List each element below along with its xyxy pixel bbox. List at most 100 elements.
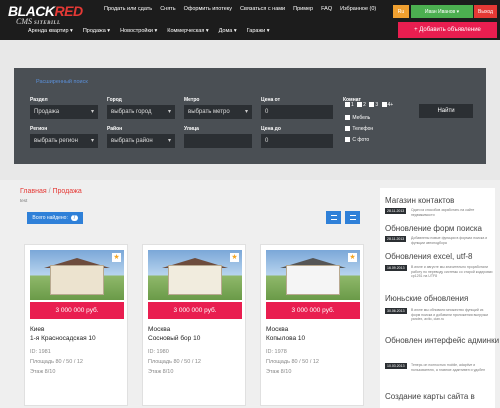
news-sidebar: Магазин контактов 28.11.2013 Один из спо… (380, 188, 499, 408)
top-link-rent[interactable]: Снять (160, 6, 183, 18)
news-date: 28.11.2013 (385, 236, 407, 242)
listing-floor: Этаж 8/10 (266, 369, 292, 375)
top-link-favorites[interactable]: Избранное (0) (340, 6, 384, 18)
nav-sale[interactable]: Продажа ▾ (83, 28, 110, 34)
section-select[interactable]: Продажа (30, 105, 98, 119)
listing-card[interactable]: ★ 3 000 000 руб. Москва Сосновый бор 10 I… (142, 244, 246, 406)
city-select[interactable]: выбрать город (107, 105, 175, 119)
nav-commercial[interactable]: Коммерческая ▾ (167, 28, 208, 34)
option-photo: С фото (343, 137, 369, 143)
label-street: Улица (184, 126, 199, 132)
label-city: Город (107, 97, 122, 103)
listing-street: Сосновый бор 10 (148, 335, 201, 342)
grid-view-button[interactable] (326, 211, 341, 224)
metro-select[interactable]: выбрать метро (184, 105, 252, 119)
listing-price: 3 000 000 руб. (148, 302, 242, 319)
news-text: Один из способов заработать на сайте нед… (411, 208, 475, 217)
top-bar: BLACKRED CMS SITEBILL Продать или сдать … (0, 0, 500, 40)
label-district: Район (107, 126, 123, 132)
list-icon (349, 215, 356, 220)
news-text: В июле и августе мы значительно проработ… (411, 265, 493, 278)
favorite-star-icon[interactable]: ★ (112, 253, 121, 262)
news-title[interactable]: Обновлен интерфейс админки (385, 336, 499, 345)
top-link-sell[interactable]: Продать или сдать (104, 6, 160, 18)
photo-label: С фото (352, 137, 370, 143)
price-from-input[interactable]: 0 (261, 105, 333, 119)
news-date: 10.03.2013 (385, 363, 407, 369)
top-link-mortgage[interactable]: Оформить ипотеку (184, 6, 240, 18)
rooms-3-label: 3 (375, 102, 379, 108)
price-to-input[interactable]: 0 (261, 134, 333, 148)
option-furniture: Мебель (343, 115, 370, 121)
rooms-1-checkbox[interactable] (345, 102, 350, 108)
district-select[interactable]: выбрать район (107, 134, 175, 148)
news-text: В июне мы обновили множество функций из … (411, 308, 489, 321)
listing-floor: Этаж 8/10 (148, 369, 174, 375)
news-text: Теперь он полностью mobile, adaptive и п… (411, 363, 486, 372)
phone-label: Телефон (352, 126, 374, 132)
add-listing-button[interactable]: + Добавить объявление (398, 22, 497, 38)
grid-icon (330, 215, 337, 220)
listing-title[interactable]: Москва Сосновый бор 10 (148, 325, 200, 343)
top-link-contact[interactable]: Связаться с нами (240, 6, 293, 18)
user-menu-button[interactable]: Иван Иванов ▾ (411, 5, 473, 18)
rooms-4-label: 4+ (387, 102, 394, 108)
logo-sub-a: CMS (16, 17, 32, 26)
advanced-search-link[interactable]: Расширенный поиск (36, 79, 88, 85)
logout-button[interactable]: Выход (474, 5, 497, 18)
nav-rent[interactable]: Аренда квартир ▾ (28, 28, 73, 34)
favorite-star-icon[interactable]: ★ (348, 253, 357, 262)
listing-title[interactable]: Киев 1-я Красносадская 10 (30, 325, 96, 343)
language-button[interactable]: Ru (393, 5, 409, 18)
news-title[interactable]: Создание карты сайта в (385, 392, 475, 401)
listing-street: Копылова 10 (266, 335, 306, 342)
listing-photo[interactable]: ★ (30, 250, 124, 300)
results-count-label: Всего найдено: (32, 215, 68, 221)
news-title[interactable]: Июньские обновления (385, 294, 468, 303)
listing-photo[interactable]: ★ (266, 250, 360, 300)
photo-checkbox[interactable] (345, 137, 350, 143)
option-phone: Телефон (343, 126, 373, 132)
top-link-faq[interactable]: FAQ (321, 6, 340, 18)
listing-price: 3 000 000 руб. (266, 302, 360, 319)
listing-photo[interactable]: ★ (148, 250, 242, 300)
listing-area: Площадь 80 / 50 / 12 (148, 359, 201, 365)
nav-garages[interactable]: Гаражи ▾ (247, 28, 270, 34)
rooms-options: 1 2 3 4+ (343, 102, 393, 108)
results-count-button[interactable]: Всего найдено: 7 (27, 212, 83, 224)
listing-city: Киев (30, 326, 45, 333)
favorite-star-icon[interactable]: ★ (230, 253, 239, 262)
listing-city: Москва (148, 326, 171, 333)
rooms-2-checkbox[interactable] (357, 102, 363, 108)
listing-floor: Этаж 8/10 (30, 369, 56, 375)
nav-new-buildings[interactable]: Новостройки ▾ (120, 28, 157, 34)
breadcrumb-home[interactable]: Главная (20, 188, 47, 195)
logo-sub-b: SITEBILL (34, 21, 61, 26)
news-title[interactable]: Обновления excel, utf-8 (385, 252, 472, 261)
find-button[interactable]: Найти (419, 104, 473, 118)
street-input[interactable] (184, 134, 252, 148)
rooms-1-label: 1 (351, 102, 354, 108)
news-date: 16.09.2013 (385, 265, 407, 271)
rooms-3-checkbox[interactable] (369, 102, 375, 108)
region-select[interactable]: выбрать регион (30, 134, 98, 148)
listing-id: ID: 1980 (148, 349, 169, 355)
listing-area: Площадь 80 / 50 / 12 (30, 359, 83, 365)
label-price-to: Цена до (261, 126, 281, 132)
phone-checkbox[interactable] (345, 126, 350, 132)
listing-title[interactable]: Москва Копылова 10 (266, 325, 305, 343)
rooms-4-checkbox[interactable] (381, 102, 387, 108)
label-section: Раздел (30, 97, 48, 103)
furniture-checkbox[interactable] (345, 115, 350, 121)
news-title[interactable]: Обновление форм поиска (385, 224, 482, 233)
listing-id: ID: 1978 (266, 349, 287, 355)
top-nav: Продать или сдать Снять Оформить ипотеку… (104, 6, 384, 18)
listing-area: Площадь 80 / 50 / 12 (266, 359, 319, 365)
top-link-example[interactable]: Пример (293, 6, 321, 18)
listing-card[interactable]: ★ 3 000 000 руб. Киев 1-я Красносадская 1… (24, 244, 128, 406)
label-region: Регион (30, 126, 48, 132)
news-title[interactable]: Магазин контактов (385, 196, 454, 205)
listing-card[interactable]: ★ 3 000 000 руб. Москва Копылова 10 ID: 1… (260, 244, 364, 406)
nav-houses[interactable]: Дома ▾ (219, 28, 237, 34)
list-view-button[interactable] (345, 211, 360, 224)
